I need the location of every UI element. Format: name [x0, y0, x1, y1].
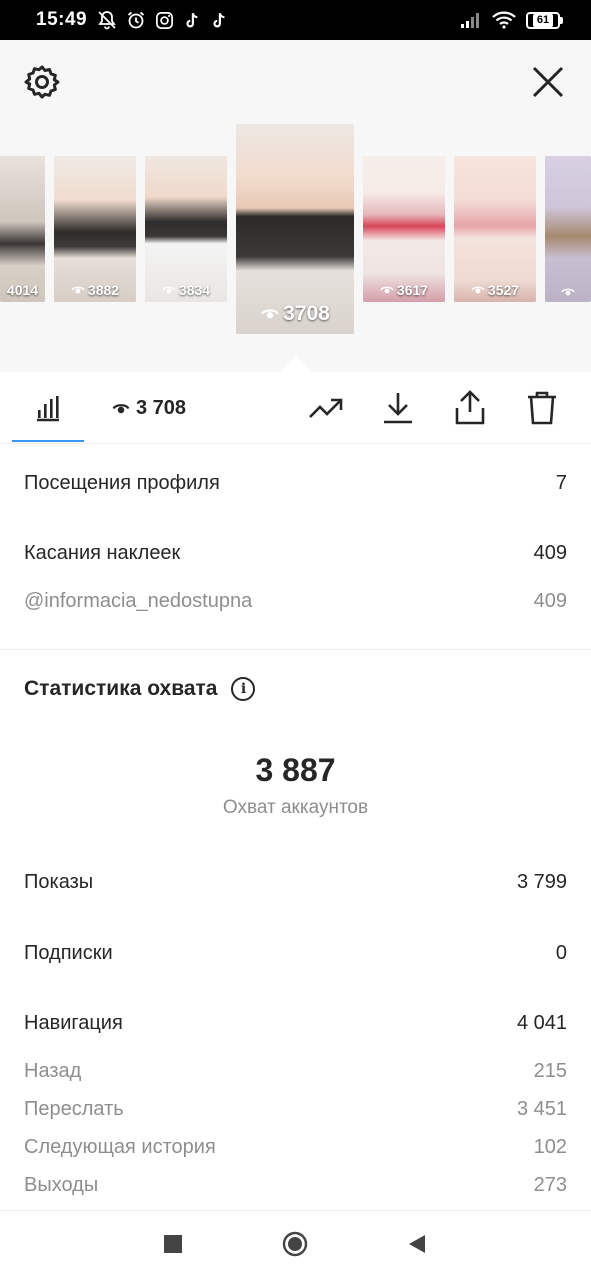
metric-value: 409	[533, 590, 567, 612]
eye-icon	[162, 286, 176, 294]
system-nav-bar	[0, 1210, 591, 1280]
story-views: 3527	[487, 282, 520, 298]
exits-row: Выходы 273	[24, 1174, 567, 1197]
metric-value: 4 041	[516, 1012, 567, 1034]
metric-label: Посещения профиля	[24, 472, 220, 494]
section-divider	[0, 649, 591, 650]
instagram-icon	[156, 11, 174, 29]
tiktok-icon	[186, 12, 198, 27]
metric-label: @informacia_nedostupna	[24, 590, 253, 612]
promote-button[interactable]	[306, 388, 346, 428]
eye-icon	[380, 286, 394, 294]
story-thumbnail[interactable]: 3527	[454, 156, 536, 302]
metric-value: 102	[533, 1136, 567, 1158]
status-bar: 15:49 61	[0, 0, 591, 40]
section-title-text: Статистика охвата	[24, 677, 218, 700]
story-carousel-area: 4014 3882 3834 3708 3617 3527	[0, 40, 591, 372]
metric-label: Показы	[24, 871, 94, 893]
accounts-reached-label: Охват аккаунтов	[222, 797, 369, 818]
metric-value: 3 451	[516, 1098, 567, 1120]
active-tab-indicator	[12, 440, 84, 442]
story-thumbnail[interactable]: 3834	[145, 156, 227, 302]
story-thumbnail-selected[interactable]: 3708	[236, 124, 354, 334]
eye-icon	[71, 286, 85, 294]
alarm-icon	[128, 11, 145, 29]
eye-icon	[112, 403, 130, 413]
views-count: 3 708	[136, 396, 187, 419]
metric-value: 215	[533, 1060, 567, 1082]
metric-label: Выходы	[24, 1174, 99, 1196]
story-thumbnail[interactable]: 3617	[363, 156, 445, 302]
story-thumbnail[interactable]: 3882	[54, 156, 136, 302]
trending-up-icon	[309, 398, 343, 418]
sticker-taps-row: Касания наклеек 409	[24, 542, 567, 565]
mute-bell-icon	[98, 11, 116, 30]
back-row: Назад 215	[24, 1060, 567, 1083]
metric-value: 409	[533, 542, 567, 564]
story-thumbnail[interactable]: 4014	[0, 156, 45, 302]
metric-label: Следующая история	[24, 1136, 216, 1158]
trash-icon	[528, 391, 556, 425]
story-thumbnail[interactable]	[545, 156, 591, 302]
story-views: 3617	[396, 282, 429, 298]
metric-value: 7	[555, 472, 567, 494]
metric-label: Навигация	[24, 1012, 123, 1034]
metric-value: 0	[555, 942, 567, 964]
navigation-row: Навигация 4 041	[24, 1012, 567, 1035]
metric-label: Подписки	[24, 942, 113, 964]
download-button[interactable]	[378, 388, 418, 428]
share-button[interactable]	[450, 388, 490, 428]
accounts-reached-value: 3 887	[255, 752, 336, 788]
download-icon	[384, 393, 412, 424]
circle-icon[interactable]	[282, 1231, 308, 1257]
story-toolbar: 3 708	[0, 372, 591, 444]
story-views: 3834	[178, 282, 211, 298]
metric-label: Касания наклеек	[24, 542, 181, 564]
forward-row: Переслать 3 451	[24, 1098, 567, 1121]
back-triangle-icon[interactable]	[406, 1233, 428, 1255]
signal-icon	[461, 13, 479, 28]
eye-icon	[561, 288, 575, 296]
metric-label: Назад	[24, 1060, 82, 1082]
info-icon[interactable]: i	[231, 677, 256, 701]
follows-row: Подписки 0	[24, 942, 567, 965]
square-icon[interactable]	[162, 1233, 184, 1255]
battery-icon: 61	[526, 11, 563, 29]
gear-icon[interactable]	[22, 62, 62, 102]
story-views: 3882	[87, 282, 120, 298]
insights-tab[interactable]	[28, 388, 68, 428]
sticker-mention-row: @informacia_nedostupna 409	[24, 590, 567, 613]
reach-section-title: Статистика охвата i	[24, 677, 256, 701]
tiktok-icon	[213, 12, 225, 27]
share-icon	[455, 390, 485, 425]
story-views: 3708	[283, 302, 330, 325]
eye-icon	[261, 309, 280, 319]
selection-pointer	[280, 356, 312, 372]
metric-value: 3 799	[516, 871, 567, 893]
metric-label: Переслать	[24, 1098, 124, 1120]
next-story-row: Следующая история 102	[24, 1136, 567, 1159]
wifi-icon	[492, 11, 516, 29]
viewers-tab[interactable]: 3 708	[112, 388, 202, 428]
battery-level: 61	[532, 13, 554, 27]
eye-icon	[471, 286, 485, 294]
bar-chart-icon	[37, 396, 59, 422]
metric-value: 273	[533, 1174, 567, 1196]
close-icon[interactable]	[528, 62, 568, 102]
status-time: 15:49	[36, 9, 88, 30]
story-views: 4014	[6, 282, 39, 298]
impressions-row: Показы 3 799	[24, 871, 567, 894]
delete-button[interactable]	[522, 388, 562, 428]
profile-visits-row: Посещения профиля 7	[24, 472, 567, 495]
